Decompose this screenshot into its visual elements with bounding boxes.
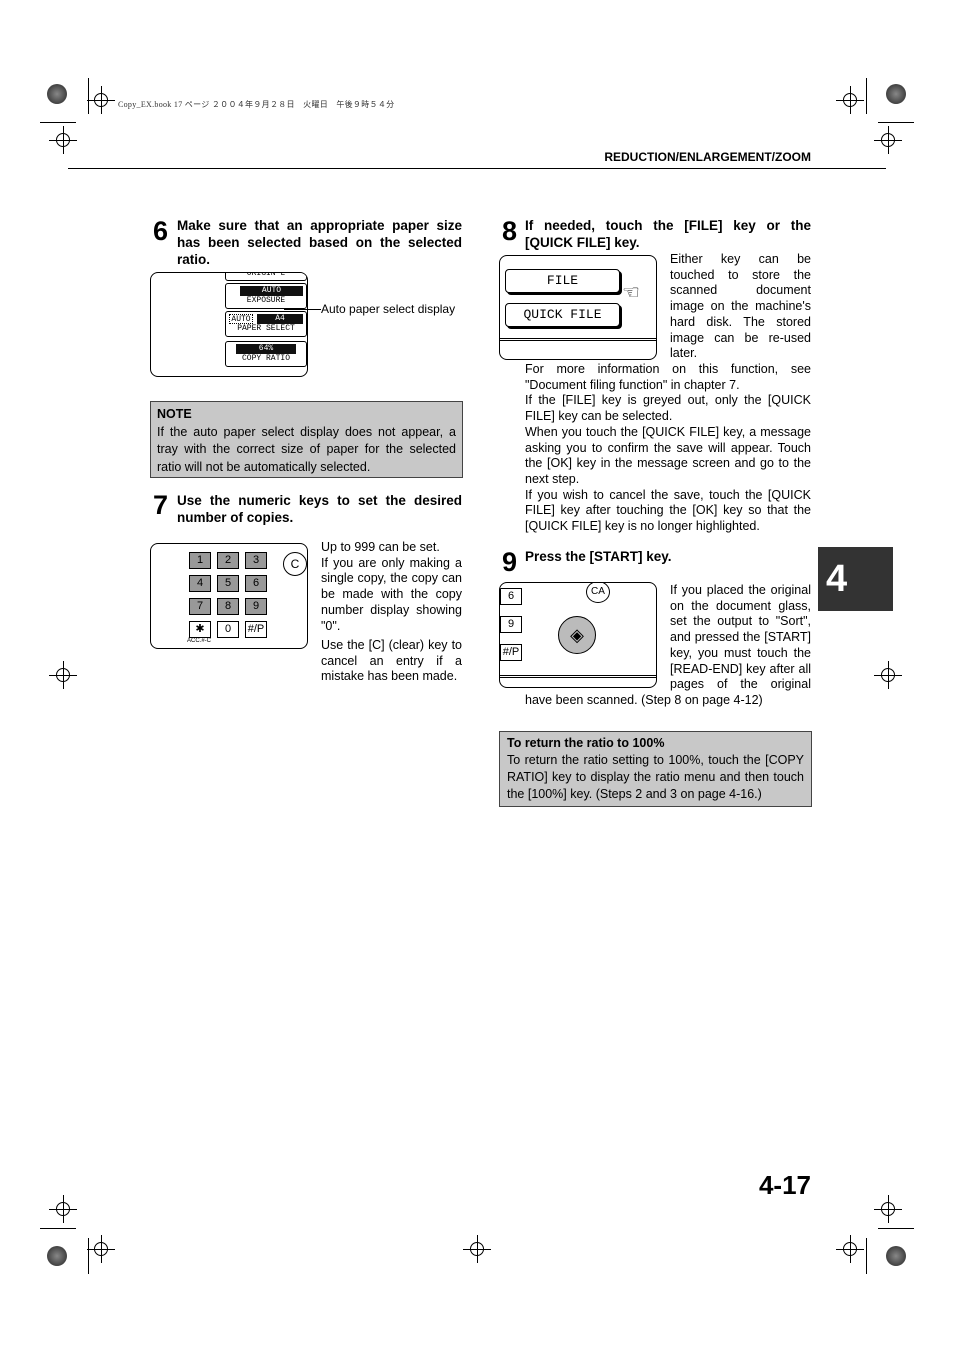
hand-pointer-icon: ☜ [622,282,640,304]
exposure-value: AUTO [240,286,303,296]
numeric-key[interactable]: 8 [217,598,239,615]
acc-label: ACC.#-C [187,638,212,644]
paragraph: If you wish to cancel the save, touch th… [525,487,811,534]
paragraph: If you are only making a single copy, th… [321,555,462,633]
step-number: 6 [153,216,169,246]
step9-text: If you placed the original on the docume… [525,583,811,709]
file-key[interactable]: FILE [505,269,620,293]
step-number: 9 [502,547,518,577]
color-target-icon [47,84,67,104]
registration-mark-icon [463,1235,491,1263]
ratio-info-box: To return the ratio to 100% To return th… [499,731,812,807]
crop-mark [878,122,914,123]
callout-line [284,309,321,310]
crop-mark [866,78,867,114]
panel-edge [500,338,656,341]
registration-mark-icon [874,126,902,154]
registration-mark-icon [836,1235,864,1263]
color-target-icon [886,1246,906,1266]
paper-select-key[interactable]: AUTO A4 PAPER SELECT [225,311,307,337]
numeric-key[interactable]: 9 [245,598,267,615]
numeric-key[interactable]: 3 [245,552,267,569]
note-title: NOTE [157,407,192,421]
note-box: NOTE If the auto paper select display do… [150,401,463,478]
numeric-key[interactable]: 4 [189,575,211,592]
paragraph: For more information on this function, s… [525,362,811,392]
text-wrap-spacer [525,583,670,688]
touch-panel-illustration: ORIGIN L AUTO EXPOSURE AUTO A4 PAPER SEL… [150,272,308,377]
original-display: ORIGIN L [225,273,307,281]
paragraph: If the [FILE] key is greyed out, only th… [525,393,811,424]
registration-mark-icon [87,86,115,114]
crop-mark [88,1238,89,1274]
ratio-box-text: To return the ratio setting to 100%, tou… [507,753,804,801]
chapter-tab: 4 [818,547,893,611]
paragraph: When you touch the [QUICK FILE] key, a m… [525,424,811,486]
crop-mark [40,122,76,123]
ratio-box-title: To return the ratio to 100% [507,736,665,750]
numeric-key[interactable]: 1 [189,552,211,569]
key-program[interactable]: #/P [500,644,522,661]
paper-size: A4 [257,314,303,324]
key-9[interactable]: 9 [500,616,522,633]
copy-ratio-key[interactable]: 64% COPY RATIO [225,341,307,367]
registration-mark-icon [836,86,864,114]
numeric-key[interactable]: 5 [217,575,239,592]
numeric-key[interactable]: 6 [245,575,267,592]
registration-mark-icon [874,661,902,689]
crop-mark [88,78,89,114]
numeric-key[interactable]: 0 [217,621,239,638]
registration-mark-icon [874,1195,902,1223]
numeric-key[interactable]: 7 [189,598,211,615]
crop-mark [866,1238,867,1274]
numeric-key[interactable]: 2 [217,552,239,569]
paragraph: Up to 999 can be set. [321,540,440,554]
registration-mark-icon [49,1195,77,1223]
registration-mark-icon [87,1235,115,1263]
step-heading: If needed, touch the [FILE] key or the [… [525,218,811,250]
exposure-key[interactable]: AUTO EXPOSURE [225,283,307,309]
page-number: 4-17 [758,1170,811,1200]
manual-page: Copy_EX.book 17 ページ ２００４年９月２８日 火曜日 午後９時５… [0,0,954,1351]
step-heading: Press the [START] key. [525,549,672,564]
header-rule [68,168,886,169]
registration-mark-icon [49,126,77,154]
quick-file-key[interactable]: QUICK FILE [505,303,620,327]
registration-mark-icon [49,661,77,689]
color-target-icon [47,1246,67,1266]
crop-mark [40,1228,76,1229]
paragraph: Use the [C] (clear) key to cancel an ent… [321,638,462,684]
numeric-keypad-illustration: C ACC.#-C 1 2 3 4 5 6 7 8 9 ✱ 0 #/P [150,543,308,649]
ratio-value: 64% [236,344,296,354]
step8-text: For more information on this function, s… [525,362,811,535]
step-number: 8 [502,216,518,246]
step-heading: Make sure that an appropriate paper size… [177,218,462,267]
paper-select-label: PAPER SELECT [237,324,295,333]
paragraph: Either key can be touched to store the s… [670,252,811,361]
numeric-key[interactable]: ✱ [189,621,211,638]
exposure-label: EXPOSURE [246,296,286,305]
clear-key[interactable]: C [283,552,307,576]
key-6[interactable]: 6 [500,588,522,605]
auto-paper-select-display: AUTO [229,314,253,324]
step-number: 7 [153,490,169,520]
callout-label: Auto paper select display [321,302,456,316]
color-target-icon [886,84,906,104]
numeric-key[interactable]: #/P [245,621,267,638]
step-heading: Use the numeric keys to set the desired … [177,493,462,525]
copy-ratio-label: COPY RATIO [241,354,290,363]
crop-mark [878,1228,914,1229]
step7-text: Up to 999 can be set. If you are only ma… [321,540,462,634]
file-keys-illustration: FILE QUICK FILE ☜ [499,255,657,360]
note-text: If the auto paper select display does no… [157,424,456,474]
file-info: Copy_EX.book 17 ページ ２００４年９月２８日 火曜日 午後９時５… [118,100,395,109]
section-title: REDUCTION/ENLARGEMENT/ZOOM [604,150,811,164]
